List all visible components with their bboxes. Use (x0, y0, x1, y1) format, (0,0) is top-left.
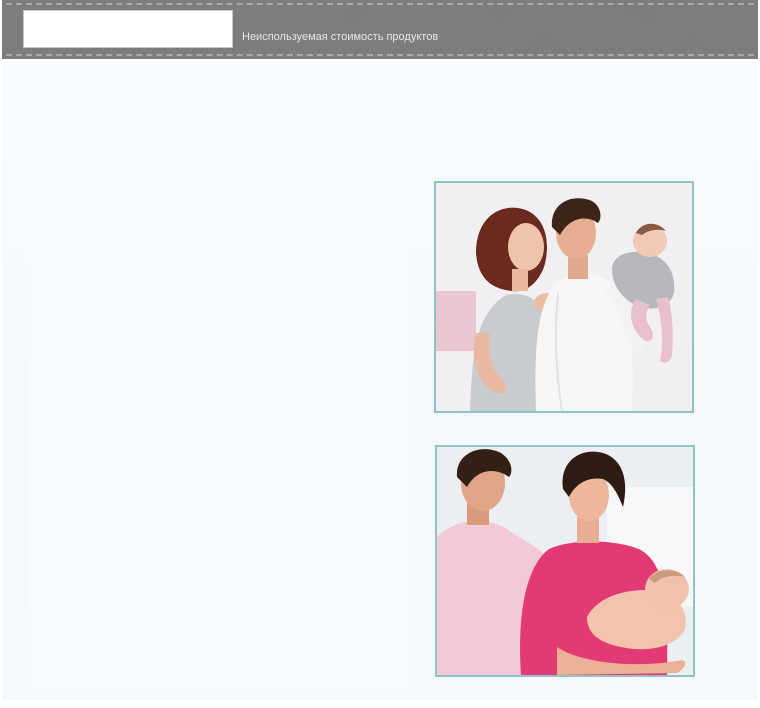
family-photo-1 (434, 181, 694, 413)
header-bar: Неиспользуемая стоимость продуктов (2, 0, 758, 59)
family-photo-1-image (436, 183, 692, 411)
family-photo-2-image (437, 447, 693, 675)
page: Неиспользуемая стоимость продуктов (0, 0, 760, 708)
header-logo-box (23, 10, 233, 48)
family-photo-2 (435, 445, 695, 677)
text-panel (28, 180, 408, 690)
header-subtitle: Неиспользуемая стоимость продуктов (242, 31, 439, 43)
